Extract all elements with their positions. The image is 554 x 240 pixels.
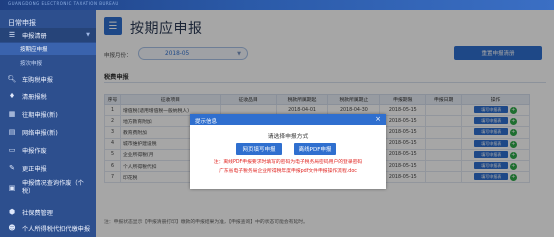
top-banner: GUANGDONG ELECTRONIC TAXATION BUREAU (0, 0, 554, 10)
sidebar-item-iit-withholding[interactable]: ☻ 个人所得税代扣代缴申报 (0, 221, 96, 235)
guide-document-link[interactable]: 广东省电子税务局企业所得税年度申报pdf文件申报操作流程.doc (190, 167, 386, 174)
sidebar-subitem-per-time[interactable]: 按次申报 (0, 57, 96, 69)
sidebar-title: 日常申报 (8, 19, 36, 27)
close-icon[interactable]: × (375, 115, 381, 123)
search-doc-icon: ▣ (8, 184, 16, 192)
sidebar-item-label: 往期申报(新) (22, 111, 58, 119)
calendar-icon: ▦ (8, 110, 16, 118)
chevron-down-icon: ▼ (86, 32, 90, 38)
sidebar-item-label: 申报作废 (22, 147, 47, 155)
tax-icon: ♦ (8, 92, 16, 100)
declaration-method-dialog: 提示信息 × 请选择申报方式 网页填写申报 离线PDF申报 注：离线PDF申报要… (190, 114, 386, 189)
sidebar-item-correct-declaration[interactable]: ✎ 更正申报 (0, 161, 96, 175)
doc-icon: ▭ (8, 146, 16, 154)
sidebar-item-vehicle-tax[interactable]: 🔍︎ 车购税申报 (0, 72, 96, 86)
sidebar-item-label: 社保费管理 (22, 209, 53, 217)
dialog-message: 请选择申报方式 (267, 134, 309, 140)
dialog-header: 提示信息 × (190, 114, 386, 125)
sidebar-subitem-label: 按期应申报 (20, 47, 48, 53)
sidebar-item-social-insurance[interactable]: ⬢ 社保费管理 (0, 205, 96, 219)
sidebar-item-label: 个人所得税代扣代缴申报 (22, 225, 91, 233)
sidebar-item-label: 车购税申报 (22, 76, 53, 84)
sidebar-item-label: 更正申报 (22, 165, 47, 173)
sidebar-item-label: 清册报税 (22, 93, 47, 101)
sidebar-item-label: 申报情况查询作废（个税） (22, 180, 84, 195)
shield-icon: ⬢ (8, 208, 16, 216)
sidebar-subitem-label: 按次申报 (20, 61, 43, 67)
sidebar-item-online-declaration[interactable]: ▤ 网络申报(新) (0, 125, 96, 139)
sidebar-item-list-tax[interactable]: ♦ 清册报税 (0, 89, 96, 103)
sidebar-item-past-declaration[interactable]: ▦ 往期申报(新) (0, 107, 96, 121)
sidebar-item-label: 网络申报(新) (22, 129, 58, 137)
sidebar: 日常申报 ☰ 申报清册 ▼ 按期应申报 按次申报 🔍︎ 车购税申报 ♦ 清册报税… (0, 10, 96, 237)
sidebar-subitem-periodic[interactable]: 按期应申报 (0, 43, 96, 55)
sidebar-item-void-declaration[interactable]: ▭ 申报作废 (0, 143, 96, 157)
search-icon: 🔍︎ (7, 75, 17, 83)
dialog-title: 提示信息 (195, 118, 218, 125)
edit-icon: ✎ (9, 164, 15, 172)
banner-subtitle: GUANGDONG ELECTRONIC TAXATION BUREAU (8, 1, 119, 6)
offline-pdf-button[interactable]: 离线PDF申报 (294, 143, 336, 155)
network-icon: ▤ (8, 128, 16, 136)
sidebar-item-label: 申报清册 (22, 32, 47, 40)
dialog-warning: 注：离线PDF申报要求时填写的密码为电子税务局密码用户的登录密码 (213, 160, 363, 165)
person-icon: ☻ (8, 224, 16, 232)
sidebar-item-declaration-list[interactable]: ☰ 申报清册 ▼ (0, 28, 96, 42)
online-declaration-button[interactable]: 网页填写申报 (236, 143, 282, 155)
list-icon: ☰ (8, 31, 16, 39)
sidebar-item-query-void-iit[interactable]: ▣ 申报情况查询作废（个税） (0, 177, 96, 199)
